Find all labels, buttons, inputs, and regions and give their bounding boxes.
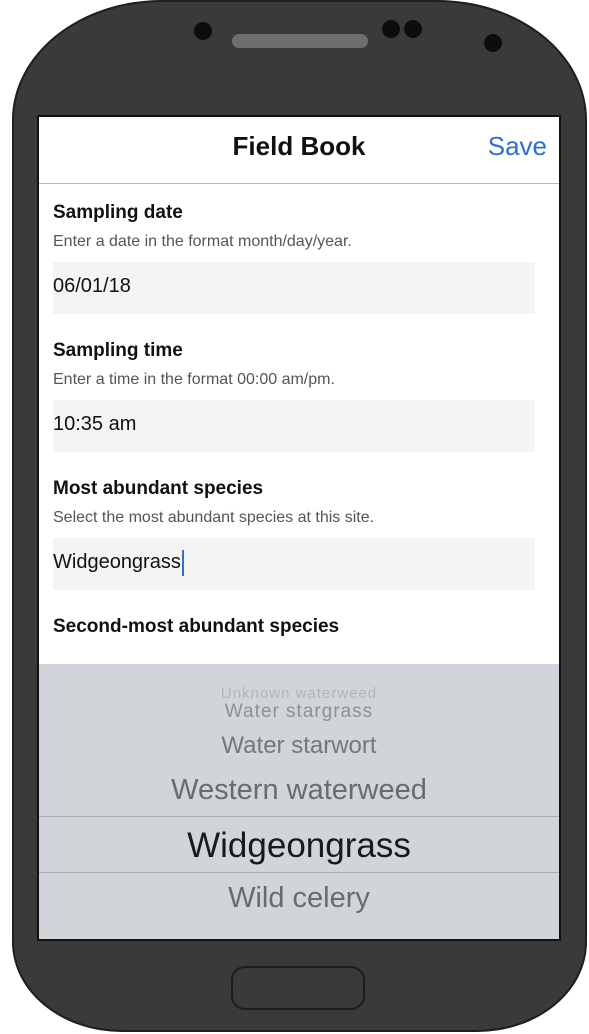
navigation-bar: Field Book Save (39, 117, 559, 184)
sampling-date-field: Sampling date Enter a date in the format… (39, 200, 559, 314)
picker-option[interactable]: Wild celery (39, 882, 559, 915)
app-screen: Field Book Save Sampling date Enter a da… (37, 115, 561, 941)
picker-selection-top-line (39, 816, 559, 817)
picker-selected-option[interactable]: Widgeongrass (39, 826, 559, 866)
most-abundant-species-input[interactable]: Widgeongrass (53, 538, 535, 590)
save-button[interactable]: Save (488, 131, 547, 162)
sampling-date-input[interactable]: 06/01/18 (53, 262, 535, 314)
picker-option[interactable]: Unknown waterweed (39, 686, 559, 698)
sampling-date-help: Enter a date in the format month/day/yea… (53, 233, 352, 250)
most-abundant-species-value: Widgeongrass (53, 551, 181, 573)
most-abundant-species-field: Most abundant species Select the most ab… (39, 476, 559, 590)
most-abundant-species-label: Most abundant species (53, 478, 264, 499)
sampling-time-input[interactable]: 10:35 am (53, 400, 535, 452)
sampling-time-label: Sampling time (53, 340, 183, 361)
front-sensor-icon (194, 22, 212, 40)
front-camera-icon (484, 34, 502, 52)
phone-top-bezel (14, 2, 585, 112)
species-picker[interactable]: Unknown waterweed Water stargrass Water … (39, 664, 559, 939)
proximity-sensor-icon (382, 20, 400, 38)
earpiece-speaker (232, 34, 368, 48)
page-title: Field Book (232, 131, 366, 161)
light-sensor-icon (404, 20, 422, 38)
sampling-time-help: Enter a time in the format 00:00 am/pm. (53, 371, 335, 388)
home-button[interactable] (231, 966, 365, 1010)
second-most-abundant-species-field: Second-most abundant species (39, 614, 559, 640)
picker-option[interactable]: Water starwort (39, 732, 559, 760)
text-cursor (181, 549, 184, 576)
picker-selection-bottom-line (39, 872, 559, 873)
most-abundant-species-help: Select the most abundant species at this… (53, 509, 375, 526)
picker-option[interactable]: Water stargrass (39, 701, 559, 723)
picker-option[interactable]: Western waterweed (39, 774, 559, 807)
sampling-date-label: Sampling date (53, 202, 183, 223)
sampling-time-field: Sampling time Enter a time in the format… (39, 338, 559, 452)
second-most-abundant-species-label: Second-most abundant species (53, 616, 340, 637)
